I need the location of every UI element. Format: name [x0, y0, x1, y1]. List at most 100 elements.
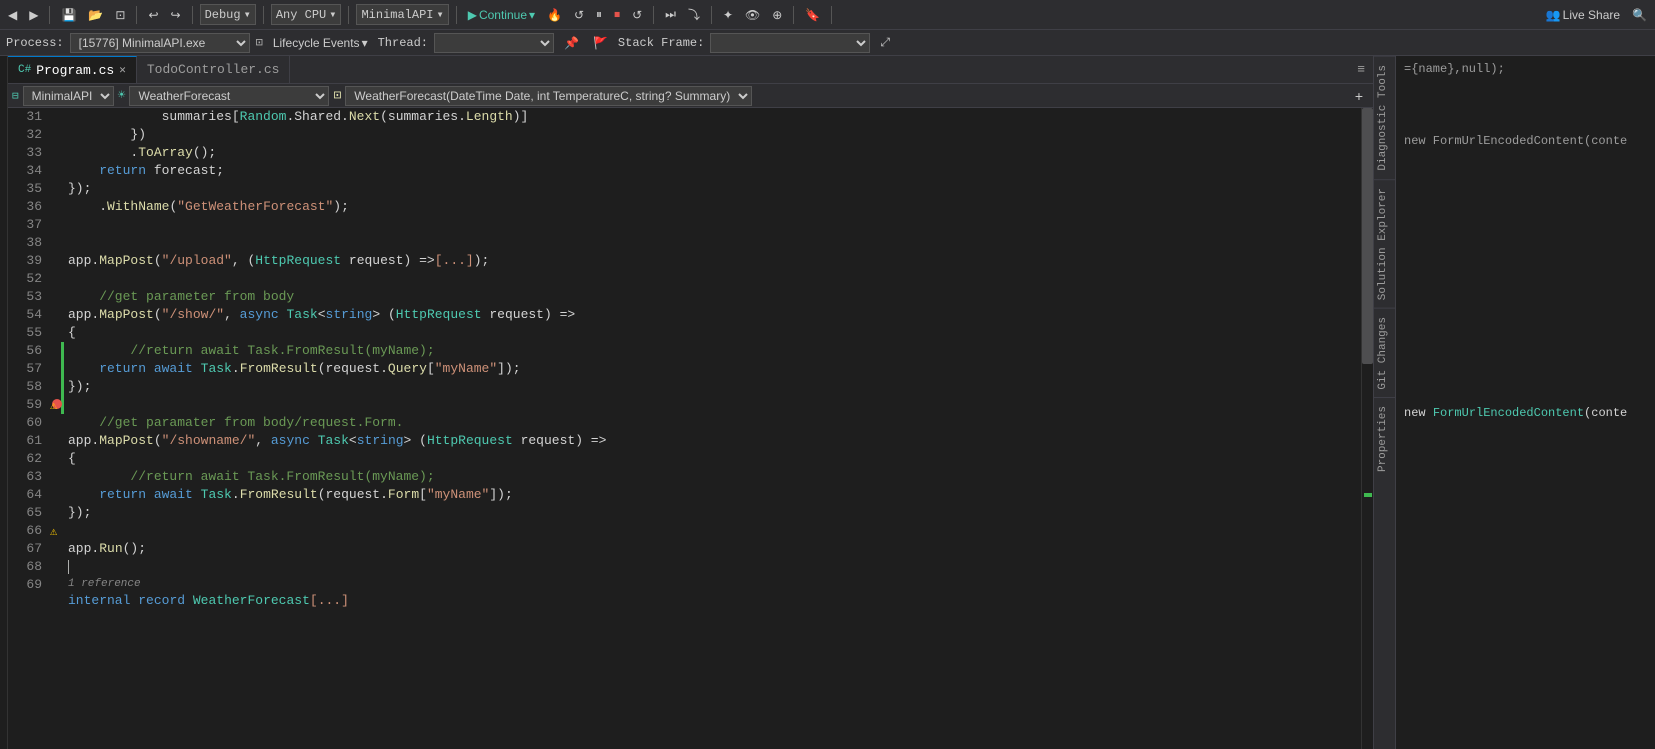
right-panel-line: ={name},null); — [1404, 60, 1647, 78]
scrollbar-marker-green — [1364, 493, 1372, 497]
process-label: Process: — [6, 36, 64, 50]
right-panel-line — [1404, 168, 1647, 186]
code-line-55: { — [68, 324, 1361, 342]
tab-close-program[interactable]: ✕ — [119, 63, 126, 77]
step-over-button[interactable]: ⏭ — [661, 5, 680, 24]
stop-button[interactable]: ⏹ — [610, 5, 624, 24]
separator-6 — [456, 6, 457, 24]
line-number-66: 66 — [8, 522, 42, 540]
tab-program-cs[interactable]: C# Program.cs ✕ — [8, 56, 137, 83]
nav-project-dropdown[interactable]: MinimalAPI — [23, 86, 114, 106]
break-button[interactable]: ⏸ — [592, 5, 606, 24]
code-line-52 — [68, 270, 1361, 288]
thread-pin-button[interactable]: 📌 — [560, 34, 583, 52]
nav-bar: ⊟ MinimalAPI ☀ WeatherForecast ⊡ Weather… — [8, 84, 1373, 108]
nav-member-icon: ⊡ — [329, 88, 345, 103]
code-line-38 — [68, 234, 1361, 252]
line-number-69: 69 — [8, 576, 42, 594]
stack-frame-selector[interactable] — [710, 33, 870, 53]
sidebar-tab-solution[interactable]: Solution Explorer — [1374, 179, 1395, 308]
sidebar-tab-git[interactable]: Git Changes — [1374, 308, 1395, 398]
code-line-67: app.Run(); — [68, 540, 1361, 558]
code-line-65: }); — [68, 504, 1361, 522]
sidebar-tab-properties[interactable]: Properties — [1374, 397, 1395, 480]
nav-project-icon: ⊟ — [8, 89, 23, 103]
tab-label-todo: TodoController.cs — [147, 62, 280, 77]
scrollbar-thumb[interactable] — [1362, 108, 1373, 364]
line-number-67: 67 — [8, 540, 42, 558]
exception-btn[interactable]: ✦ — [719, 6, 737, 24]
main-layout: C# Program.cs ✕ TodoController.cs ≡ ⊟ Mi… — [0, 56, 1655, 749]
thread-label: Thread: — [378, 36, 428, 50]
thread-selector[interactable] — [434, 33, 554, 53]
line-number-61: 61 — [8, 432, 42, 450]
line-number-39: 39 — [8, 252, 42, 270]
continue-button[interactable]: ▶ Continue ▾ — [464, 6, 539, 24]
line-numbers: 3132333435363738395253545556575859606162… — [8, 108, 50, 749]
separator-5 — [348, 6, 349, 24]
open-button[interactable]: 📂 — [84, 6, 107, 24]
nav-member-dropdown[interactable]: WeatherForecast(DateTime Date, int Tempe… — [345, 86, 752, 106]
line-number-63: 63 — [8, 468, 42, 486]
hot-reload-button[interactable]: 🔥 — [543, 6, 566, 24]
line-number-65: 65 — [8, 504, 42, 522]
live-share-button[interactable]: 👥 Live Share — [1542, 6, 1624, 24]
locals-btn[interactable]: ⊕ — [768, 6, 786, 24]
line-number-54: 54 — [8, 306, 42, 324]
restart-button[interactable]: ↺ — [570, 6, 588, 24]
code-editor: 3132333435363738395253545556575859606162… — [8, 108, 1373, 749]
code-content[interactable]: summaries[Random.Shared.Next(summaries.L… — [64, 108, 1361, 749]
thread-flag-button[interactable]: 🚩 — [589, 34, 612, 52]
debug-mode-dropdown[interactable]: Debug ▾ — [200, 4, 256, 25]
search-button[interactable]: 🔍 — [1628, 6, 1651, 24]
gutter: ⚠ ⚠ — [50, 108, 64, 749]
process-bar: Process: [15776] MinimalAPI.exe ⊡ Lifecy… — [0, 30, 1655, 56]
project-dropdown[interactable]: MinimalAPI ▾ — [356, 4, 448, 25]
line-number-56: 56 — [8, 342, 42, 360]
line-number-60: 60 — [8, 414, 42, 432]
line-number-68: 68 — [8, 558, 42, 576]
cpu-arrow: ▾ — [329, 7, 336, 22]
save-button[interactable]: 💾 — [57, 6, 80, 24]
code-line-60: //get paramater from body/request.Form. — [68, 414, 1361, 432]
right-sidebar: Diagnostic Tools Solution Explorer Git C… — [1373, 56, 1395, 749]
tab-todocontroller[interactable]: TodoController.cs — [137, 56, 291, 83]
line-number-53: 53 — [8, 288, 42, 306]
back-button[interactable]: ◀ — [4, 6, 21, 24]
nav-add-button[interactable]: + — [1349, 88, 1369, 104]
line-number-32: 32 — [8, 126, 42, 144]
stack-expand-button[interactable]: ⤢ — [876, 33, 894, 52]
step-in-button[interactable]: ⤵ — [684, 4, 704, 25]
project-arrow: ▾ — [436, 7, 443, 22]
code-line-58: }); — [68, 378, 1361, 396]
lifecycle-icon: ⊡ — [256, 35, 263, 50]
process-selector[interactable]: [15776] MinimalAPI.exe — [70, 33, 250, 53]
watch-btn[interactable]: 👁 — [741, 6, 764, 24]
redo-button[interactable]: ↪ — [167, 6, 185, 24]
bookmark-btn[interactable]: 🔖 — [801, 6, 824, 24]
apply-changes-button[interactable]: ↺ — [628, 6, 646, 24]
save-all-button[interactable]: ⊡ — [111, 6, 129, 24]
undo-button[interactable]: ↩ — [144, 6, 162, 24]
code-line-56: //return await Task.FromResult(myName); — [68, 342, 1361, 360]
line-number-52: 52 — [8, 270, 42, 288]
cpu-dropdown[interactable]: Any CPU ▾ — [271, 4, 342, 25]
debug-toolbar: ◀ ▶ 💾 📂 ⊡ ↩ ↪ Debug ▾ Any CPU ▾ MinimalA… — [0, 0, 1655, 30]
forward-button[interactable]: ▶ — [25, 6, 42, 24]
tab-icon-program: C# — [18, 64, 31, 76]
separator-3 — [192, 6, 193, 24]
lifecycle-events-button[interactable]: Lifecycle Events ▾ — [269, 34, 372, 52]
nav-class-icon: ☀ — [114, 88, 130, 103]
sidebar-tab-diagnostic[interactable]: Diagnostic Tools — [1374, 56, 1395, 179]
code-line-64: return await Task.FromResult(request.For… — [68, 486, 1361, 504]
line-number-38: 38 — [8, 234, 42, 252]
right-panel-extra: new FormUrlEncodedContent(conte — [1404, 404, 1647, 422]
scrollbar-track[interactable] — [1361, 108, 1373, 749]
separator-8 — [711, 6, 712, 24]
code-line-66 — [68, 522, 1361, 540]
tab-settings-button[interactable]: ≡ — [1349, 56, 1373, 83]
nav-class-dropdown[interactable]: WeatherForecast — [129, 86, 329, 106]
separator-2 — [136, 6, 137, 24]
code-line-54: app.MapPost("/show/", async Task<string>… — [68, 306, 1361, 324]
cpu-label: Any CPU — [276, 8, 326, 22]
